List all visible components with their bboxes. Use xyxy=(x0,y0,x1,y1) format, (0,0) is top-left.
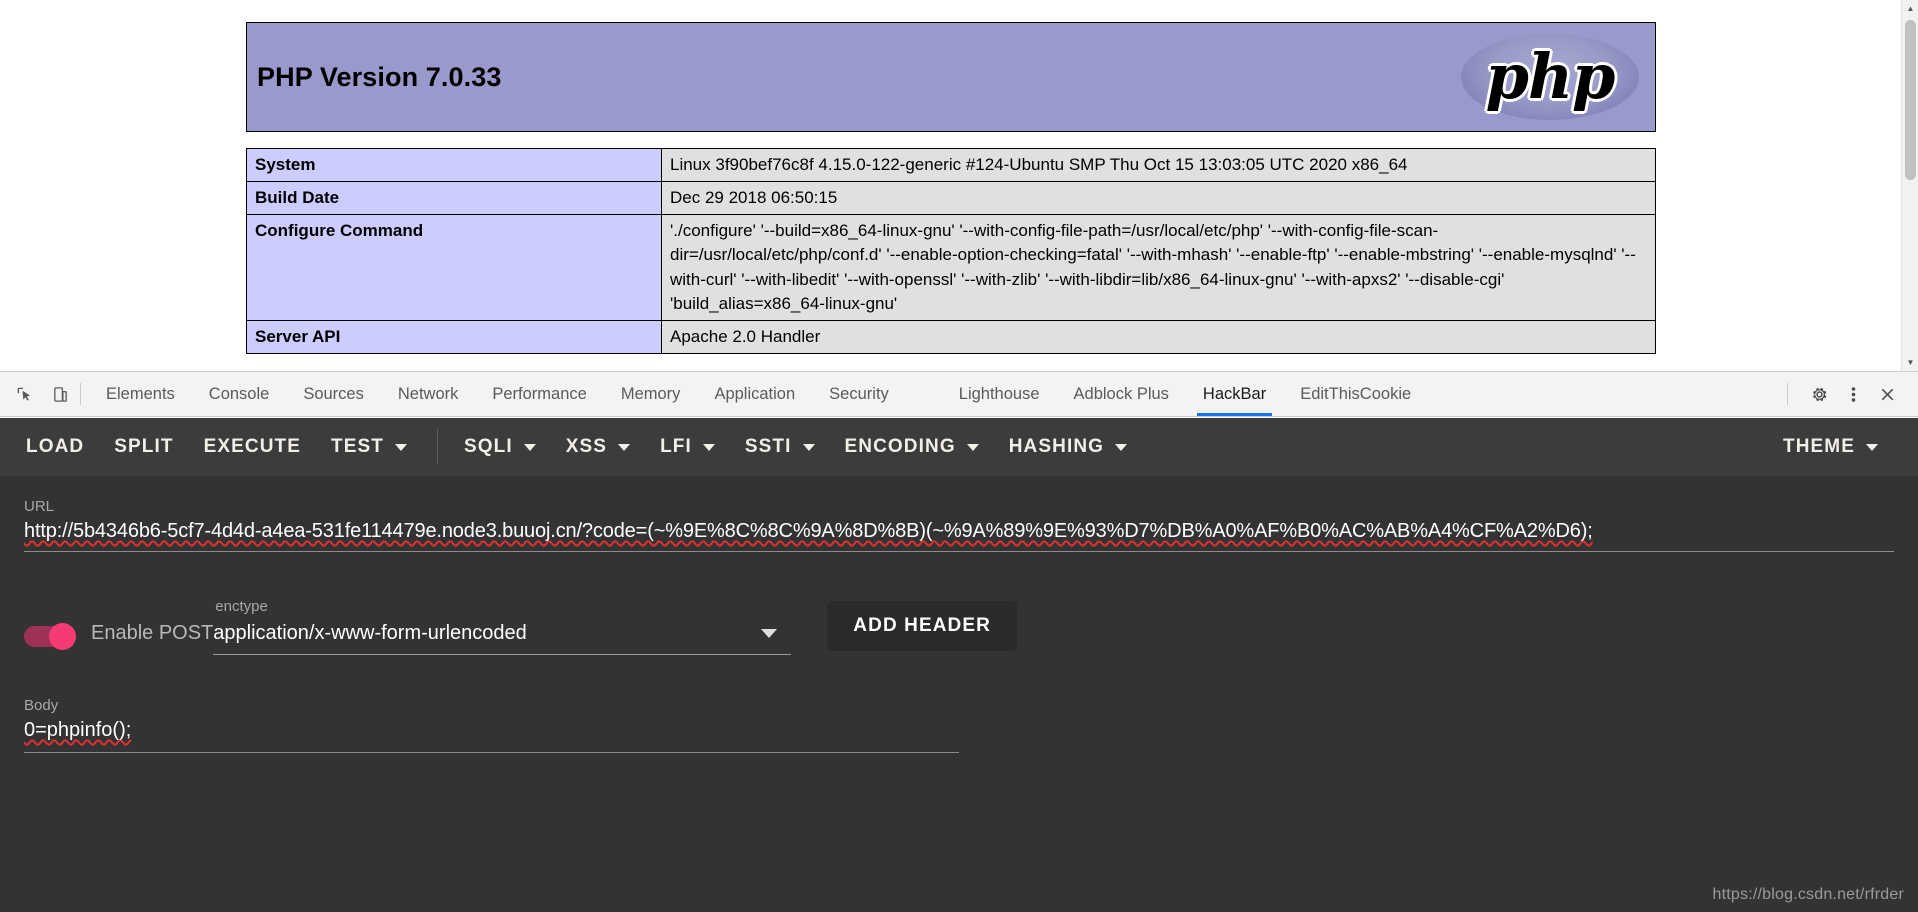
phpinfo-content: PHP Version 7.0.33 php System Linux 3f90… xyxy=(246,0,1656,354)
post-settings-row: Enable POST enctype application/x-www-fo… xyxy=(24,598,1894,655)
tab-elements[interactable]: Elements xyxy=(89,372,192,416)
devtools-tabbar-actions xyxy=(1781,372,1918,416)
phpinfo-header-banner: PHP Version 7.0.33 php xyxy=(246,22,1656,132)
hackbar-test-menu[interactable]: TEST xyxy=(331,436,407,458)
url-input[interactable]: http://5b4346b6-5cf7-4d4d-a4ea-531fe1144… xyxy=(24,520,1894,552)
enctype-selected-value: application/x-www-form-urlencoded xyxy=(213,622,527,644)
devtools-tab-list: Elements Console Sources Network Perform… xyxy=(89,372,1428,416)
table-cell-key: Build Date xyxy=(246,181,662,216)
table-cell-value: './configure' '--build=x86_64-linux-gnu'… xyxy=(661,214,1656,321)
enable-post-toggle[interactable] xyxy=(24,623,82,650)
toggle-knob xyxy=(49,623,76,650)
url-field-group: URL http://5b4346b6-5cf7-4d4d-a4ea-531fe… xyxy=(24,498,1894,552)
chevron-down-icon xyxy=(761,629,778,638)
scroll-up-icon[interactable]: ▲ xyxy=(1902,0,1918,17)
table-cell-key: Configure Command xyxy=(246,214,662,321)
hackbar-load-button[interactable]: LOAD xyxy=(26,436,84,458)
hackbar-theme-menu[interactable]: THEME xyxy=(1783,436,1878,458)
tab-application[interactable]: Application xyxy=(697,372,812,416)
tab-console[interactable]: Console xyxy=(192,372,287,416)
chevron-down-icon xyxy=(523,443,536,451)
hackbar-toolbar: LOAD SPLIT EXECUTE TEST SQLI XSS LFI SST… xyxy=(0,418,1918,476)
hackbar-ssti-label: SSTI xyxy=(744,436,792,457)
php-logo-text: php xyxy=(1485,40,1616,113)
phpinfo-table-body: System Linux 3f90bef76c8f 4.15.0-122-gen… xyxy=(246,147,1656,354)
body-field-label: Body xyxy=(24,697,59,714)
php-version-title: PHP Version 7.0.33 xyxy=(257,61,502,92)
tab-memory[interactable]: Memory xyxy=(604,372,698,416)
watermark-text: https://blog.csdn.net/rfrder xyxy=(1712,886,1904,903)
hackbar-hashing-menu[interactable]: HASHING xyxy=(1008,436,1128,458)
hackbar-form: URL http://5b4346b6-5cf7-4d4d-a4ea-531fe… xyxy=(0,476,1918,753)
chevron-down-icon xyxy=(1115,443,1128,451)
hackbar-split-button[interactable]: SPLIT xyxy=(114,436,173,458)
tab-editthiscookie[interactable]: EditThisCookie xyxy=(1283,372,1428,416)
table-row: Build Date Dec 29 2018 06:50:15 xyxy=(246,181,1656,216)
toolbar-divider xyxy=(437,429,438,465)
table-cell-key: System xyxy=(246,147,662,183)
toolbar-divider xyxy=(1787,383,1788,405)
enctype-select[interactable]: application/x-www-form-urlencoded xyxy=(213,622,792,655)
toolbar-divider xyxy=(80,383,81,405)
hackbar-hashing-label: HASHING xyxy=(1008,436,1105,457)
chevron-down-icon xyxy=(618,443,631,451)
device-toolbar-icon[interactable] xyxy=(42,372,78,416)
table-cell-key: Server API xyxy=(246,319,662,354)
table-row: Server API Apache 2.0 Handler xyxy=(246,319,1656,354)
scroll-down-icon[interactable]: ▼ xyxy=(1902,354,1918,371)
close-icon[interactable] xyxy=(1870,372,1904,417)
hackbar-encoding-menu[interactable]: ENCODING xyxy=(845,436,979,458)
phpinfo-page: PHP Version 7.0.33 php System Linux 3f90… xyxy=(0,0,1918,371)
chevron-down-icon xyxy=(802,443,815,451)
phpinfo-table: System Linux 3f90bef76c8f 4.15.0-122-gen… xyxy=(246,147,1656,354)
tab-performance[interactable]: Performance xyxy=(475,372,603,416)
url-field-label: URL xyxy=(24,498,55,515)
more-options-icon[interactable] xyxy=(1836,372,1870,417)
scrollbar-thumb[interactable] xyxy=(1905,20,1916,180)
hackbar-execute-button[interactable]: EXECUTE xyxy=(204,436,301,458)
hackbar-panel: LOAD SPLIT EXECUTE TEST SQLI XSS LFI SST… xyxy=(0,418,1918,912)
enctype-field-label: enctype xyxy=(215,598,268,615)
enable-post-label: Enable POST xyxy=(91,622,214,644)
chevron-down-icon xyxy=(966,443,979,451)
hackbar-sqli-label: SQLI xyxy=(464,436,513,457)
hackbar-encoding-label: ENCODING xyxy=(844,436,956,457)
add-header-button[interactable]: ADD HEADER xyxy=(827,601,1017,651)
table-row: Configure Command './configure' '--build… xyxy=(246,214,1656,321)
page-scrollbar[interactable]: ▲ ▼ xyxy=(1901,0,1918,371)
tab-hackbar[interactable]: HackBar xyxy=(1186,372,1283,416)
inspect-element-icon[interactable] xyxy=(6,372,42,416)
chevron-down-icon xyxy=(1866,443,1878,451)
enctype-field-group: enctype application/x-www-form-urlencode… xyxy=(213,598,792,655)
chevron-down-icon xyxy=(702,443,715,451)
devtools-tabbar: Elements Console Sources Network Perform… xyxy=(0,372,1918,417)
hackbar-theme-label: THEME xyxy=(1783,436,1855,457)
body-field-group: Body 0=phpinfo(); xyxy=(24,697,959,753)
hackbar-execute-label: EXECUTE xyxy=(203,436,302,457)
hackbar-lfi-menu[interactable]: LFI xyxy=(660,436,715,458)
hackbar-ssti-menu[interactable]: SSTI xyxy=(745,436,815,458)
php-logo-icon: php xyxy=(1457,28,1643,126)
gear-icon[interactable] xyxy=(1802,372,1836,417)
hackbar-load-label: LOAD xyxy=(26,436,85,457)
tab-security[interactable]: Security xyxy=(812,372,906,416)
tab-sources[interactable]: Sources xyxy=(286,372,381,416)
body-input[interactable]: 0=phpinfo(); xyxy=(24,719,959,753)
hackbar-xss-menu[interactable]: XSS xyxy=(565,436,631,458)
hackbar-sqli-menu[interactable]: SQLI xyxy=(464,436,536,458)
tab-network[interactable]: Network xyxy=(381,372,476,416)
devtools-panel: Elements Console Sources Network Perform… xyxy=(0,371,1918,912)
table-cell-value: Dec 29 2018 06:50:15 xyxy=(661,181,1656,216)
hackbar-lfi-label: LFI xyxy=(660,436,692,457)
table-cell-value: Apache 2.0 Handler xyxy=(661,319,1656,354)
tab-lighthouse[interactable]: Lighthouse xyxy=(942,372,1057,416)
hackbar-split-label: SPLIT xyxy=(114,436,174,457)
table-row: System Linux 3f90bef76c8f 4.15.0-122-gen… xyxy=(246,147,1656,183)
hackbar-test-label: TEST xyxy=(331,436,384,457)
tab-adblock-plus[interactable]: Adblock Plus xyxy=(1057,372,1186,416)
hackbar-xss-label: XSS xyxy=(565,436,608,457)
chevron-down-icon xyxy=(395,443,407,451)
table-cell-value: Linux 3f90bef76c8f 4.15.0-122-generic #1… xyxy=(661,147,1656,183)
